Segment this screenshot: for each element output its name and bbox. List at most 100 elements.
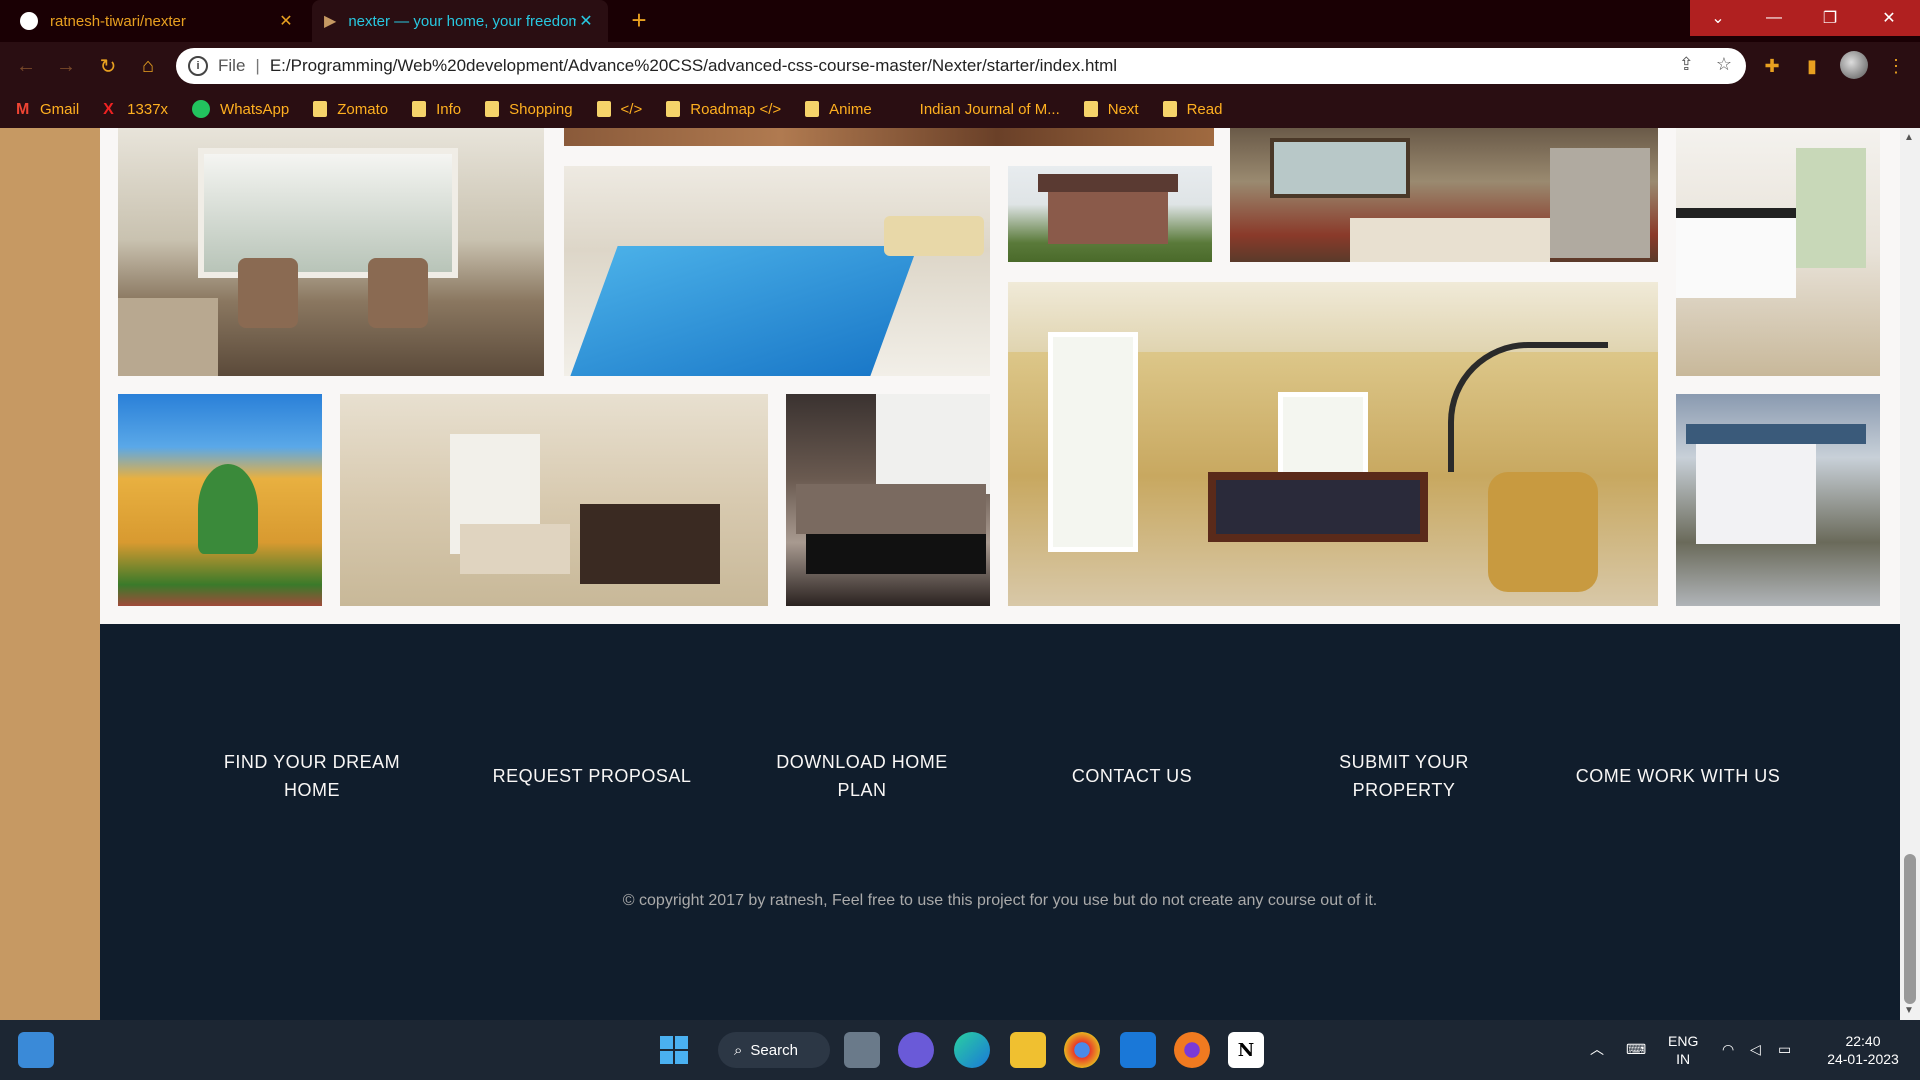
language-label: ENG [1668,1033,1699,1049]
table-shape [580,504,720,584]
bookmark-anime[interactable]: Anime [805,101,872,118]
url-text[interactable]: E:/Programming/Web%20development/Advance… [270,56,1117,76]
clock[interactable]: 22:40 24-01-2023 [1818,1032,1908,1068]
footer-link-find-home[interactable]: FIND YOUR DREAM HOME [220,748,404,804]
bookmark-label: WhatsApp [220,100,290,118]
tab-github[interactable]: ratnesh-tiwari/nexter ✕ [8,0,308,42]
reload-icon: ↻ [99,55,117,78]
url-scheme: File [218,56,246,75]
bookmark-read[interactable]: Read [1162,100,1223,118]
wifi-icon[interactable]: ◠ [1722,1040,1734,1058]
scrollbar-thumb[interactable] [1904,854,1916,1004]
menu-button[interactable]: ⋮ [1880,50,1912,82]
footer-link-work-with-us[interactable]: COME WORK WITH US [1560,762,1796,790]
tab-nexter[interactable]: ▶ nexter — your home, your freedom ✕ [312,0,608,42]
bookmark-roadmap[interactable]: Roadmap </> [666,101,781,118]
footer-link-request-proposal[interactable]: REQUEST PROPOSAL [492,762,692,790]
restore-icon: ❐ [1822,10,1838,27]
minimize-icon: — [1766,9,1782,26]
gmail-icon: M [16,101,30,118]
start-button[interactable] [656,1032,692,1068]
forward-button[interactable]: → [50,50,82,82]
bookmark-gmail[interactable]: M Gmail [16,101,79,119]
close-icon[interactable]: ✕ [576,11,596,31]
chevron-up-icon[interactable]: ︿ [1590,1040,1604,1058]
share-icon[interactable]: ⇪ [1679,54,1694,75]
reload-button[interactable]: ↻ [92,50,124,82]
info-icon[interactable]: i [188,56,208,76]
bookmark-label: Shopping [509,100,573,118]
page-viewport: FIND YOUR DREAM HOME REQUEST PROPOSAL DO… [0,128,1920,1020]
billiards-room-photo [1008,282,1658,606]
folder-icon [805,101,820,117]
notion-icon[interactable]: N [1228,1032,1264,1068]
pool-table-shape [1208,472,1428,542]
footer-link-submit-property[interactable]: SUBMIT YOUR PROPERTY [1312,748,1496,804]
bookmark-next[interactable]: Next [1083,101,1139,118]
bookmark-info[interactable]: Info [412,101,461,118]
firefox-icon[interactable] [1174,1032,1210,1068]
bookmark-indian-journal[interactable]: Indian Journal of M... [896,101,1060,118]
language-indicator[interactable]: ENG IN [1668,1032,1698,1068]
battery-icon[interactable]: ▭ [1778,1040,1791,1058]
keyboard-icon[interactable]: ⌨ [1626,1040,1646,1058]
blank-page-icon [896,101,910,117]
sofa-shape [796,484,986,534]
scroll-down-icon[interactable]: ▼ [1904,1005,1914,1016]
page-scrollbar[interactable]: ▲ ▼ [1900,128,1920,1020]
chevron-down-icon: ⌄ [1711,10,1725,27]
whatsapp-icon [192,100,211,118]
volume-icon[interactable]: ◁ [1750,1040,1761,1058]
github-icon [20,12,38,30]
tab-search-button[interactable]: ⌄ [1690,0,1746,36]
counter-shape [1676,208,1796,298]
bookmark-shopping[interactable]: Shopping [485,100,573,118]
restore-button[interactable]: ❐ [1802,0,1858,36]
bookmark-label: </> [620,100,643,118]
url-separator: | [255,56,260,75]
pool-water-shape [570,246,918,376]
puzzle-icon: ✚ [1764,55,1780,76]
house-photo [1008,166,1212,262]
bookmark-code[interactable]: </> [596,100,643,118]
taskbar-search[interactable]: ⌕ Search [718,1032,830,1068]
bookmark-1337x[interactable]: X 1337x [103,100,169,119]
armchair-shape [238,258,298,328]
teams-chat-icon[interactable] [898,1032,934,1068]
search-label: Search [750,1041,798,1059]
vscode-icon[interactable] [1120,1032,1156,1068]
extensions-button[interactable]: ✚ [1756,50,1788,82]
pool-photo [564,166,990,376]
bookmark-label: 1337x [127,100,169,118]
profile-avatar[interactable] [1840,51,1868,79]
widgets-icon[interactable] [18,1032,54,1068]
browser-toolbar: ← → ↻ ⌂ i File | E:/Programming/Web%20de… [0,42,1920,90]
home-button[interactable]: ⌂ [132,50,164,82]
villa-photo [118,394,322,606]
bookmark-label: Roadmap </> [690,100,782,118]
page-content: FIND YOUR DREAM HOME REQUEST PROPOSAL DO… [100,128,1900,1020]
omnibox-actions: ⇪ ☆ [1679,54,1732,75]
chrome-icon[interactable] [1064,1032,1100,1068]
file-explorer-icon[interactable] [1010,1032,1046,1068]
new-tab-button[interactable]: + [624,6,654,36]
bookmark-zomato[interactable]: Zomato [313,101,388,118]
back-button[interactable]: ← [10,50,42,82]
task-view-icon[interactable] [844,1032,880,1068]
star-icon[interactable]: ☆ [1716,54,1732,75]
footer-link-contact-us[interactable]: CONTACT US [1040,762,1224,790]
side-panel-button[interactable]: ▮ [1796,50,1828,82]
time-text: 22:40 [1845,1033,1881,1049]
house-shape [1048,184,1168,244]
close-window-button[interactable]: ✕ [1858,0,1920,36]
window-shape [1796,148,1866,268]
bookmark-label: Read [1186,100,1223,118]
footer-link-download-plan[interactable]: DOWNLOAD HOME PLAN [770,748,954,804]
address-bar[interactable]: i File | E:/Programming/Web%20developmen… [176,48,1746,84]
arrow-right-icon: → [56,54,76,77]
scroll-up-icon[interactable]: ▲ [1904,132,1914,143]
minimize-button[interactable]: — [1746,0,1802,36]
bookmark-whatsapp[interactable]: WhatsApp [192,100,289,118]
close-icon[interactable]: ✕ [276,11,296,31]
edge-icon[interactable] [954,1032,990,1068]
